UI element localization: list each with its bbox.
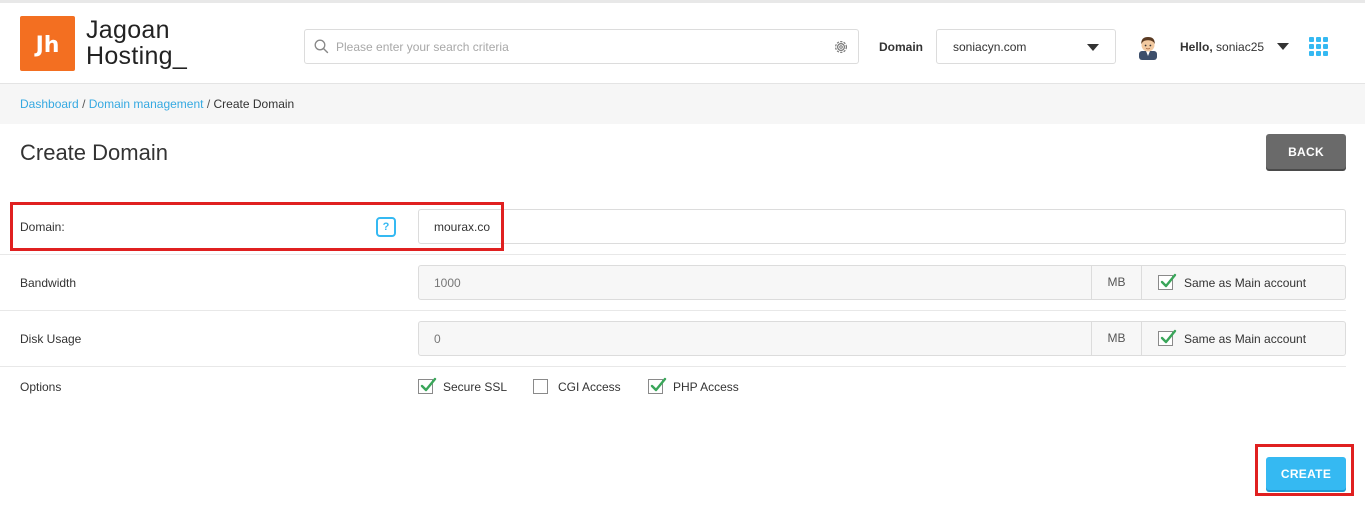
breadcrumb-dashboard[interactable]: Dashboard (20, 97, 79, 111)
chevron-down-icon (1087, 44, 1099, 51)
highlight-box-domain (10, 202, 504, 251)
breadcrumb-domain-management[interactable]: Domain management (89, 97, 204, 111)
top-bar: Jh Jagoan Hosting_ Domain soniacyn.com H… (0, 0, 1365, 84)
highlight-box-create (1255, 444, 1354, 496)
php-access-checkbox[interactable] (648, 377, 667, 394)
bandwidth-same-checkbox[interactable] (1158, 273, 1177, 290)
breadcrumb-bar: Dashboard / Domain management / Create D… (0, 84, 1365, 124)
brand-name-line1: Jagoan (86, 16, 170, 44)
disk-usage-label: Disk Usage (20, 332, 82, 346)
secure-ssl-checkbox[interactable] (418, 377, 437, 394)
user-greeting[interactable]: Hello, soniac25 (1180, 40, 1264, 54)
checkmark-icon (650, 377, 667, 392)
breadcrumb: Dashboard / Domain management / Create D… (20, 97, 294, 111)
avatar[interactable] (1136, 34, 1160, 60)
disk-usage-input-group: 0 MB Same as Main account (418, 321, 1346, 356)
search-box (304, 29, 859, 64)
secure-ssl-label: Secure SSL (443, 380, 508, 394)
checkmark-icon (1160, 329, 1177, 344)
bandwidth-unit: MB (1091, 266, 1142, 299)
row-divider (0, 254, 1346, 255)
back-button[interactable]: BACK (1266, 134, 1346, 169)
breadcrumb-current: Create Domain (213, 97, 295, 111)
svg-text:Jh: Jh (34, 33, 60, 58)
apps-grid-icon[interactable] (1309, 37, 1329, 57)
breadcrumb-separator: / (206, 97, 211, 111)
row-divider (0, 366, 1346, 367)
domain-select-value: soniacyn.com (953, 40, 1027, 54)
domain-select[interactable]: soniacyn.com (936, 29, 1116, 64)
search-input[interactable] (336, 36, 826, 58)
cgi-access-label: CGI Access (558, 380, 621, 394)
page-title: Create Domain (20, 140, 168, 165)
greeting-prefix: Hello, (1180, 40, 1213, 54)
disk-same-label: Same as Main account (1184, 332, 1307, 346)
checkmark-icon (1160, 273, 1177, 288)
bandwidth-label: Bandwidth (20, 276, 77, 290)
user-menu-chevron-icon[interactable] (1277, 43, 1289, 50)
domain-selector-label: Domain (879, 40, 924, 54)
logo-mark-icon: Jh (34, 33, 60, 58)
disk-usage-unit: MB (1091, 322, 1142, 355)
bandwidth-same-label: Same as Main account (1184, 276, 1307, 290)
brand-name-line2: Hosting_ (86, 42, 188, 70)
gear-icon[interactable] (833, 39, 849, 55)
checkmark-icon (420, 377, 437, 392)
brand-logo[interactable]: Jh (20, 16, 75, 71)
options-label: Options (20, 380, 62, 394)
breadcrumb-separator: / (82, 97, 86, 111)
bandwidth-input-group: 1000 MB Same as Main account (418, 265, 1346, 300)
disk-usage-input[interactable]: 0 (434, 332, 441, 346)
disk-same-checkbox[interactable] (1158, 329, 1177, 346)
php-access-label: PHP Access (673, 380, 739, 394)
search-icon (314, 39, 329, 54)
bandwidth-input[interactable]: 1000 (434, 276, 461, 290)
cgi-access-checkbox[interactable] (533, 379, 548, 394)
brand-name[interactable]: Jagoan Hosting_ (86, 17, 187, 69)
username: soniac25 (1216, 40, 1265, 54)
domain-input[interactable]: mourax.co (418, 209, 1346, 244)
row-divider (0, 310, 1346, 311)
